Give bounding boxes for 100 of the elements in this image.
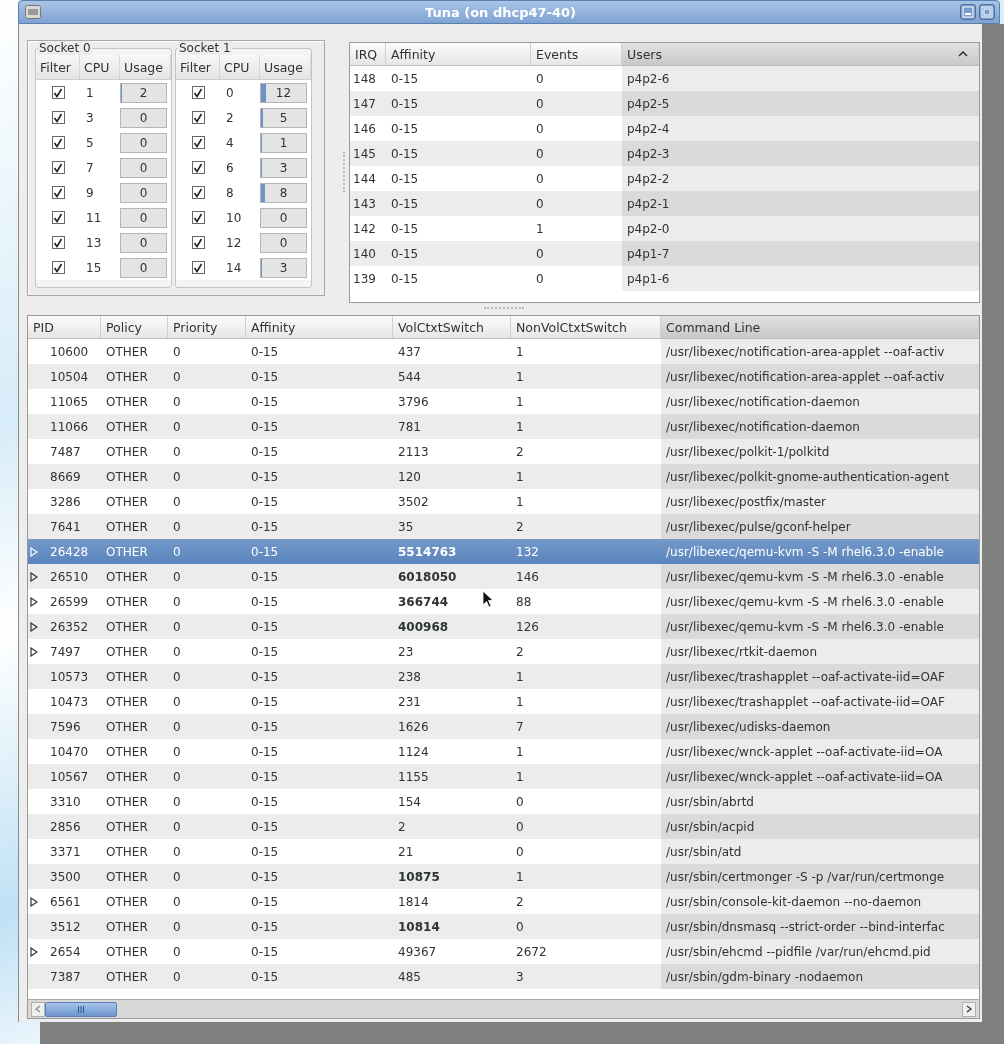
column-header[interactable]: CPU <box>80 55 120 79</box>
table-cell-text: 0 <box>535 95 545 113</box>
expander-icon[interactable] <box>30 896 38 907</box>
process-row[interactable]: 3512 OTHER 0 0-15 10814 0 /usr/sbin/dnsmasq --strict-order --bind-interfac <box>28 914 979 939</box>
process-row[interactable]: 7596 OTHER 0 0-15 1626 7 /usr/libexec/udisks-daemon <box>28 714 979 739</box>
column-header[interactable]: Policy <box>101 316 168 338</box>
column-header[interactable]: VolCtxtSwitch <box>393 316 511 338</box>
table-cell: 2654 <box>50 944 81 959</box>
filter-checkbox[interactable] <box>191 236 205 249</box>
process-row[interactable]: 7497 OTHER 0 0-15 23 2 /usr/libexec/rtkit-daemon <box>28 639 979 664</box>
table-cell: 7596 <box>50 719 81 734</box>
process-row[interactable]: 26599 OTHER 0 0-15 366744 88 /usr/libexec/qemu-kvm -S -M rhel6.3.0 -enable <box>28 589 979 614</box>
expander-icon[interactable] <box>30 646 38 657</box>
column-header[interactable]: IRQ <box>350 43 386 65</box>
expander-icon[interactable] <box>30 946 38 957</box>
table-cell: /usr/libexec/rtkit-daemon <box>661 639 979 664</box>
table-cell-text: 2672 <box>515 943 547 961</box>
minimize-button[interactable] <box>960 4 976 20</box>
table-cell-text: OTHER <box>105 568 148 586</box>
cpu-number: 7 <box>85 160 95 175</box>
cpu-number: 12 <box>225 235 243 250</box>
table-cell: /usr/libexec/wnck-applet --oaf-activate-iid=OA <box>661 764 979 789</box>
checkmark-icon <box>53 262 63 273</box>
expander-icon[interactable] <box>30 571 38 582</box>
cpu-number: 0 <box>225 85 235 100</box>
table-cell-text: 0 <box>172 818 181 836</box>
column-header[interactable]: Users <box>622 43 979 65</box>
filter-checkbox[interactable] <box>51 86 65 99</box>
table-cell-text: 0 <box>172 718 181 736</box>
table-cell: /usr/libexec/qemu-kvm -S -M rhel6.3.0 -enable <box>661 589 979 614</box>
column-header[interactable]: CPU <box>220 55 260 79</box>
table-cell: /usr/libexec/notification-daemon <box>661 414 979 439</box>
table-cell-text: 0 <box>172 418 181 436</box>
filter-checkbox[interactable] <box>191 161 205 174</box>
splitter-handle[interactable] <box>343 151 347 192</box>
scroll-left-button[interactable] <box>31 1001 45 1017</box>
column-header[interactable]: PID <box>28 316 101 338</box>
process-row[interactable]: 10504 OTHER 0 0-15 544 1 /usr/libexec/notification-area-applet --oaf-activ <box>28 364 979 389</box>
process-row[interactable]: 3500 OTHER 0 0-15 10875 1 /usr/sbin/certmonger -S -p /var/run/certmonge <box>28 864 979 889</box>
usage-value: 2 <box>139 85 148 100</box>
scroll-thumb[interactable] <box>45 1001 117 1017</box>
scroll-right-button[interactable] <box>962 1001 976 1017</box>
filter-checkbox[interactable] <box>51 186 65 199</box>
table-cell-text: OTHER <box>105 793 148 811</box>
column-header[interactable]: Affinity <box>386 43 531 65</box>
table-cell: p4p2-6 <box>622 66 979 91</box>
filter-checkbox[interactable] <box>191 211 205 224</box>
table-cell-text: 2 <box>515 518 524 536</box>
filter-checkbox[interactable] <box>51 111 65 124</box>
filter-checkbox[interactable] <box>191 111 205 124</box>
table-cell: /usr/libexec/qemu-kvm -S -M rhel6.3.0 -enable <box>661 614 979 639</box>
horizontal-scrollbar[interactable] <box>28 999 979 1018</box>
table-cell-text: 0-15 <box>250 643 279 661</box>
cpu-number: 8 <box>225 185 235 200</box>
table-cell-text: 88 <box>515 593 532 611</box>
table-cell-text: 0-15 <box>390 170 420 188</box>
table-cell: /usr/libexec/notification-area-applet --oaf-activ <box>661 339 979 364</box>
table-cell: 7487 <box>50 444 81 459</box>
table-cell: 10567 <box>50 769 89 784</box>
table-cell-text: 0-15 <box>250 893 279 911</box>
column-header[interactable]: Usage <box>120 55 171 79</box>
column-header[interactable]: Command Line <box>661 316 979 338</box>
maximize-button[interactable] <box>979 4 995 20</box>
process-row[interactable]: 26352 OTHER 0 0-15 400968 126 /usr/libexec/qemu-kvm -S -M rhel6.3.0 -enable <box>28 614 979 639</box>
filter-checkbox[interactable] <box>191 261 205 274</box>
table-cell-text: 0-15 <box>250 518 279 536</box>
filter-checkbox[interactable] <box>191 186 205 199</box>
process-row[interactable]: 26510 OTHER 0 0-15 6018050 146 /usr/libexec/qemu-kvm -S -M rhel6.3.0 -enable <box>28 564 979 589</box>
table-cell-text: 35 <box>397 518 414 536</box>
column-header[interactable]: Affinity <box>246 316 393 338</box>
process-row[interactable]: 2856 OTHER 0 0-15 2 0 /usr/sbin/acpid <box>28 814 979 839</box>
process-row[interactable]: 7641 OTHER 0 0-15 35 2 /usr/libexec/pulse/gconf-helper <box>28 514 979 539</box>
table-cell: 10470 <box>50 744 89 759</box>
column-header[interactable]: Filter <box>176 55 220 79</box>
process-row[interactable]: 2654 OTHER 0 0-15 49367 2672 /usr/sbin/ehcmd --pidfile /var/run/ehcmd.pid <box>28 939 979 964</box>
table-cell-text: 0 <box>172 643 181 661</box>
column-header[interactable]: Usage <box>260 55 311 79</box>
process-row[interactable]: 10567 OTHER 0 0-15 1155 1 /usr/libexec/wnck-applet --oaf-activate-iid=OA <box>28 764 979 789</box>
column-header[interactable]: Priority <box>168 316 246 338</box>
filter-checkbox[interactable] <box>51 161 65 174</box>
filter-checkbox[interactable] <box>191 86 205 99</box>
filter-checkbox[interactable] <box>191 136 205 149</box>
process-row[interactable]: 11066 OTHER 0 0-15 781 1 /usr/libexec/notification-daemon <box>28 414 979 439</box>
table-cell-text: 1124 <box>397 743 429 761</box>
expander-icon[interactable] <box>30 621 38 632</box>
expander-icon[interactable] <box>30 596 38 607</box>
table-cell: /usr/sbin/atd <box>661 839 979 864</box>
process-row[interactable]: 6561 OTHER 0 0-15 1814 2 /usr/sbin/console-kit-daemon --no-daemon <box>28 889 979 914</box>
process-row[interactable]: 10573 OTHER 0 0-15 238 1 /usr/libexec/trashapplet --oaf-activate-iid=OAF <box>28 664 979 689</box>
table-cell: 3512 <box>50 919 81 934</box>
filter-checkbox[interactable] <box>51 211 65 224</box>
column-header[interactable]: Filter <box>36 55 80 79</box>
process-row[interactable]: 7387 OTHER 0 0-15 485 3 /usr/sbin/gdm-binary -nodaemon <box>28 964 979 989</box>
cpu-number: 4 <box>225 135 235 150</box>
table-cell-text: 1 <box>515 468 524 486</box>
process-row[interactable]: 8669 OTHER 0 0-15 120 1 /usr/libexec/polkit-gnome-authentication-agent <box>28 464 979 489</box>
filter-checkbox[interactable] <box>51 261 65 274</box>
filter-checkbox[interactable] <box>51 236 65 249</box>
filter-checkbox[interactable] <box>51 136 65 149</box>
splitter-handle[interactable] <box>483 307 524 311</box>
